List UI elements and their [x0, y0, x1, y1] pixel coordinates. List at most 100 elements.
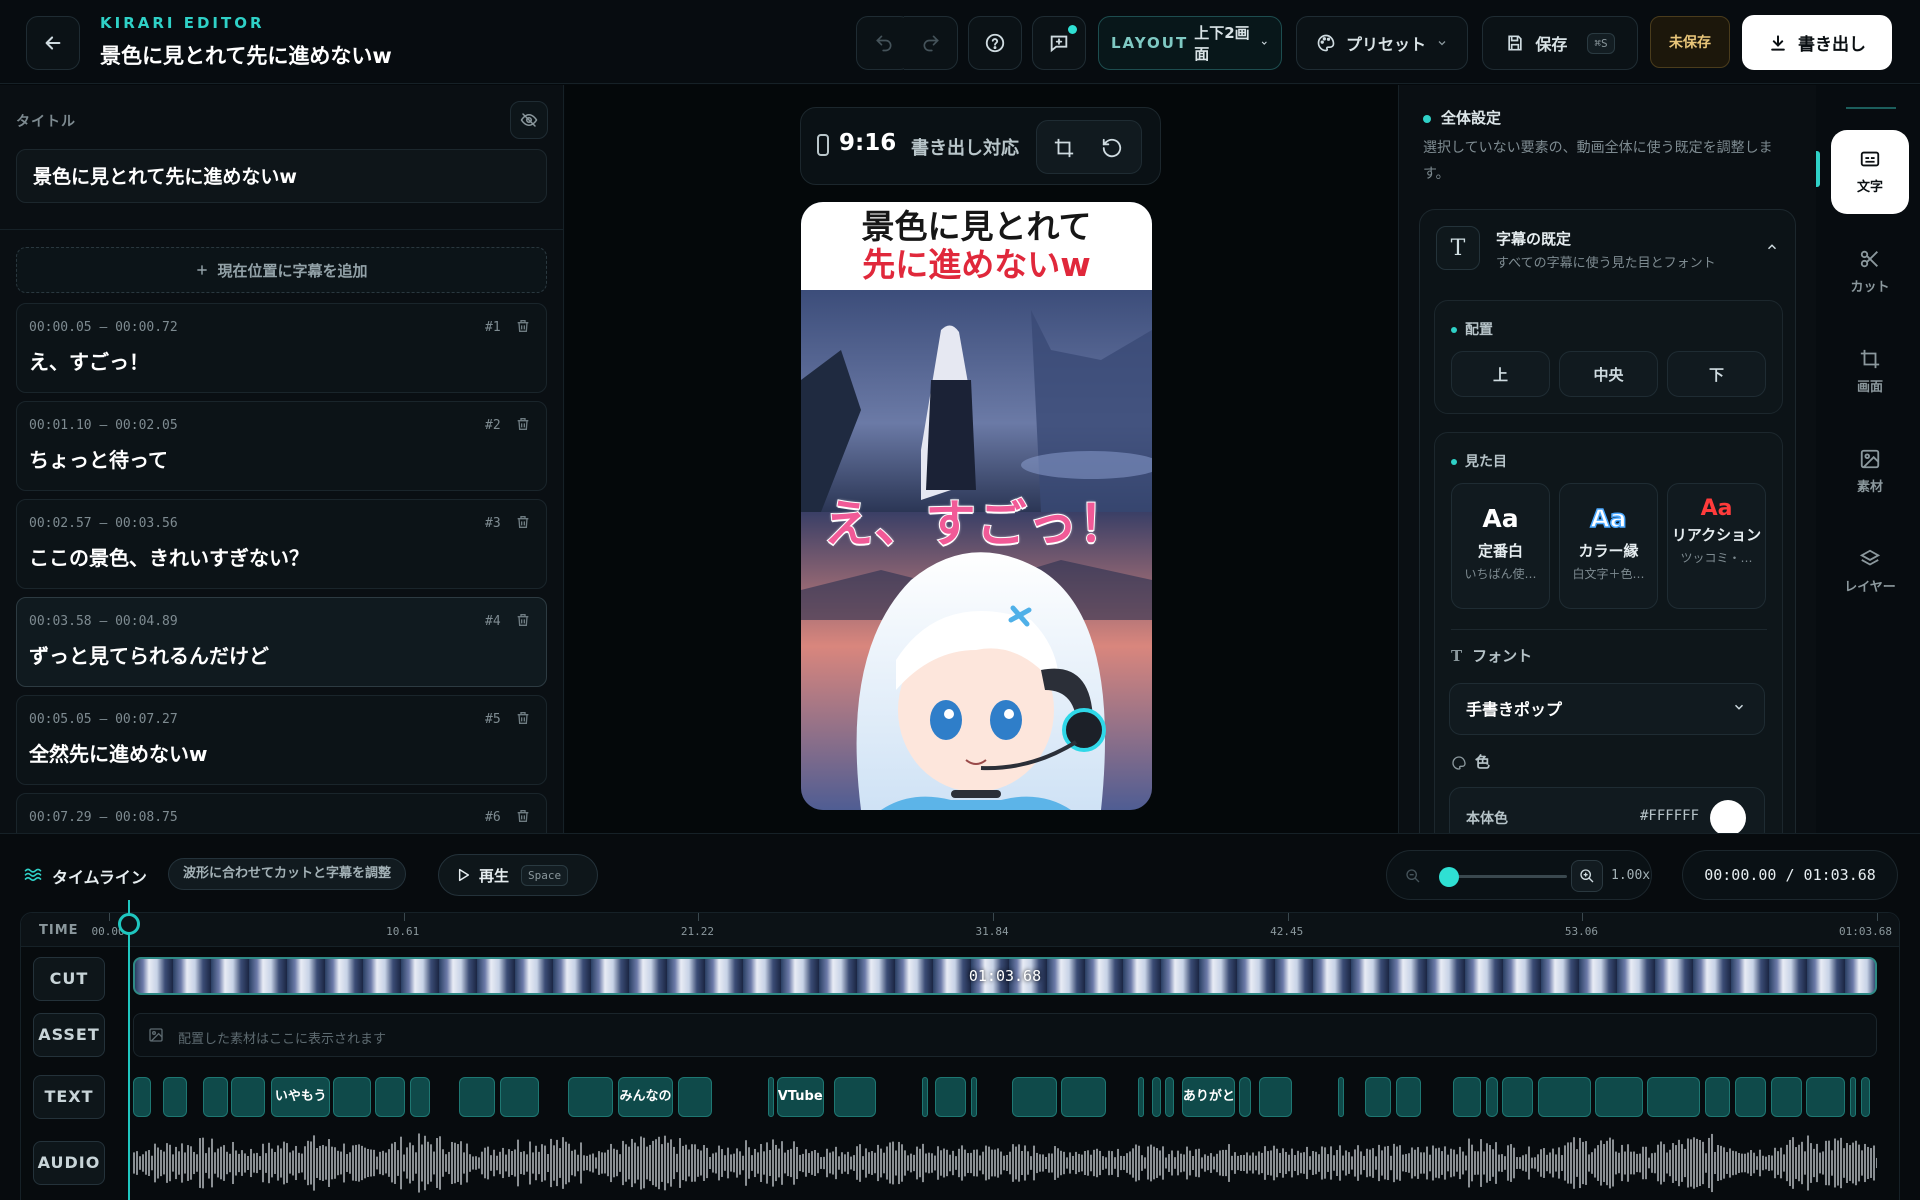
- text-clip[interactable]: [834, 1077, 876, 1117]
- rail-item-layers[interactable]: レイヤー: [1831, 530, 1909, 614]
- style-option-white[interactable]: Aa 定番白 いちばん使…: [1451, 483, 1550, 609]
- position-top-button[interactable]: 上: [1451, 351, 1550, 397]
- text-clip[interactable]: [133, 1077, 151, 1117]
- text-clip[interactable]: みんなの: [617, 1077, 674, 1117]
- trash-icon[interactable]: [515, 514, 531, 530]
- help-button[interactable]: [968, 16, 1022, 70]
- text-clip[interactable]: [1012, 1077, 1057, 1117]
- text-clip[interactable]: [935, 1077, 967, 1117]
- video-preview[interactable]: 景色に見とれて 先に進めないw え、すごっ！: [801, 202, 1152, 810]
- text-clip[interactable]: [1365, 1077, 1391, 1117]
- text-clip[interactable]: VTube: [776, 1077, 824, 1117]
- text-clip[interactable]: [1138, 1077, 1145, 1117]
- text-clip[interactable]: [203, 1077, 229, 1117]
- text-clip[interactable]: [1735, 1077, 1766, 1117]
- subtitle-item-selected[interactable]: 00:03.58 – 00:04.89 #4 ずっと見てられるんだけど: [16, 597, 547, 687]
- text-clip[interactable]: [1395, 1077, 1421, 1117]
- text-clip[interactable]: [1850, 1077, 1857, 1117]
- text-clip[interactable]: [375, 1077, 405, 1117]
- layout-selector[interactable]: LAYOUT 上下2画面: [1098, 16, 1282, 70]
- audio-waveform[interactable]: [133, 1131, 1877, 1195]
- back-button[interactable]: [26, 16, 80, 70]
- text-clip[interactable]: [1595, 1077, 1643, 1117]
- trash-icon[interactable]: [515, 416, 531, 432]
- subtitle-item[interactable]: 00:01.10 – 00:02.05 #2 ちょっと待って: [16, 401, 547, 491]
- text-clip[interactable]: [1151, 1077, 1161, 1117]
- subtitle-item[interactable]: 00:02.57 – 00:03.56 #3 ここの景色、きれいすぎない？: [16, 499, 547, 589]
- feedback-button[interactable]: [1032, 16, 1086, 70]
- text-clip[interactable]: [921, 1077, 928, 1117]
- text-clip[interactable]: いやもう: [271, 1077, 331, 1117]
- text-clip[interactable]: [1537, 1077, 1591, 1117]
- text-clip[interactable]: [568, 1077, 613, 1117]
- add-subtitle-button[interactable]: 現在位置に字幕を追加: [16, 247, 547, 293]
- trash-icon[interactable]: [515, 808, 531, 824]
- waveform-bar: [1252, 1152, 1254, 1174]
- trash-icon[interactable]: [515, 612, 531, 628]
- save-button[interactable]: 保存 ⌘S: [1482, 16, 1638, 70]
- subtitle-item[interactable]: 00:00.05 – 00:00.72 #1 え、すごっ！: [16, 303, 547, 393]
- text-clip[interactable]: [1239, 1077, 1252, 1117]
- subtitle-item[interactable]: 00:05.05 – 00:07.27 #5 全然先に進めないw: [16, 695, 547, 785]
- zoom-out-icon[interactable]: [1405, 868, 1421, 884]
- asset-track[interactable]: 配置した素材はここに表示されます: [133, 1013, 1877, 1057]
- rail-item-text[interactable]: 文字: [1831, 130, 1909, 214]
- text-clip[interactable]: [1061, 1077, 1106, 1117]
- playhead-handle[interactable]: [118, 913, 140, 935]
- position-center-button[interactable]: 中央: [1559, 351, 1658, 397]
- font-select[interactable]: 手書きポップ: [1449, 683, 1765, 735]
- zoom-slider-track[interactable]: [1447, 875, 1567, 878]
- text-clip[interactable]: [1485, 1077, 1498, 1117]
- text-clip[interactable]: [1861, 1077, 1871, 1117]
- playhead-line[interactable]: [128, 900, 130, 1200]
- subtitle-text[interactable]: ずっと見てられるんだけど: [29, 640, 269, 669]
- text-clip[interactable]: [1453, 1077, 1482, 1117]
- waveform-bar: [1393, 1143, 1395, 1183]
- text-clip[interactable]: [971, 1077, 978, 1117]
- text-clip[interactable]: [1770, 1077, 1802, 1117]
- body-color-row[interactable]: 本体色 #FFFFFF: [1449, 787, 1765, 833]
- waveform-bar: [571, 1150, 573, 1176]
- style-option-reaction[interactable]: Aa リアクション ツッコミ・…: [1667, 483, 1766, 609]
- body-color-swatch[interactable]: [1710, 800, 1746, 833]
- project-title[interactable]: 景色に見とれて先に進めないw: [100, 40, 392, 70]
- text-clip[interactable]: [768, 1077, 775, 1117]
- text-clip[interactable]: [458, 1077, 496, 1117]
- redo-button[interactable]: [904, 16, 958, 70]
- style-option-color-outline[interactable]: Aa カラー縁 白文字＋色…: [1559, 483, 1658, 609]
- zoom-in-button[interactable]: [1571, 860, 1603, 892]
- export-button[interactable]: 書き出し: [1742, 15, 1892, 70]
- rotate-ccw-icon[interactable]: [1101, 137, 1123, 159]
- text-clip[interactable]: ありがとう: [1181, 1077, 1235, 1117]
- text-clip[interactable]: [1165, 1077, 1175, 1117]
- zoom-slider-thumb[interactable]: [1439, 867, 1459, 887]
- play-button[interactable]: 再生 Space: [438, 854, 598, 896]
- preset-dropdown[interactable]: プリセット: [1296, 16, 1468, 70]
- rail-item-assets[interactable]: 素材: [1831, 430, 1909, 514]
- chevron-up-icon[interactable]: [1765, 240, 1779, 254]
- text-clip[interactable]: [1258, 1077, 1293, 1117]
- text-clip[interactable]: [1647, 1077, 1701, 1117]
- text-clip[interactable]: [1705, 1077, 1731, 1117]
- position-bottom-button[interactable]: 下: [1667, 351, 1766, 397]
- text-clip[interactable]: [332, 1077, 371, 1117]
- title-input[interactable]: 景色に見とれて先に進めないw: [16, 149, 547, 203]
- text-clip[interactable]: [231, 1077, 265, 1117]
- text-clip[interactable]: [678, 1077, 712, 1117]
- text-clip[interactable]: [1806, 1077, 1846, 1117]
- toggle-title-visibility-button[interactable]: [510, 101, 548, 139]
- text-clip[interactable]: [163, 1077, 188, 1117]
- trash-icon[interactable]: [515, 710, 531, 726]
- text-clip[interactable]: [1502, 1077, 1534, 1117]
- text-clip[interactable]: [499, 1077, 540, 1117]
- cut-clip[interactable]: 01:03.68: [133, 957, 1877, 995]
- trash-icon[interactable]: [515, 318, 531, 334]
- rail-item-screen[interactable]: 画面: [1831, 330, 1909, 414]
- time-ruler[interactable]: TIME 00.00 10.61 21.22 31.84 42.45 53.06 01:03…: [21, 913, 1899, 947]
- preview-subtitle[interactable]: え、すごっ！: [801, 484, 1152, 556]
- crop-icon[interactable]: [1053, 137, 1075, 159]
- text-clip[interactable]: [1338, 1077, 1345, 1117]
- text-clip[interactable]: [409, 1077, 430, 1117]
- rail-item-cut[interactable]: カット: [1831, 230, 1909, 314]
- subtitle-item[interactable]: 00:07.29 – 00:08.75 #6: [16, 793, 547, 833]
